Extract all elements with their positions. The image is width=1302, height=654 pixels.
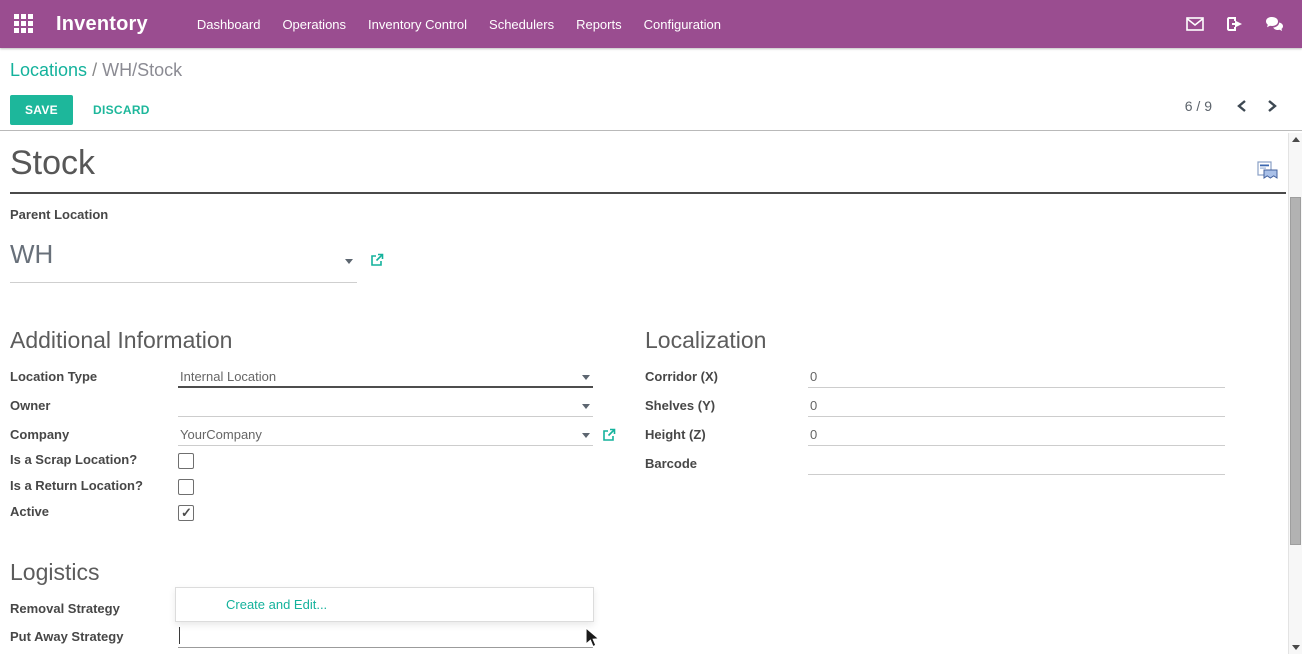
form-buttons: SAVE DISCARD bbox=[10, 95, 150, 125]
company-value: YourCompany bbox=[180, 427, 262, 442]
chevron-down-icon[interactable] bbox=[345, 259, 353, 264]
top-navbar: Inventory Dashboard Operations Inventory… bbox=[0, 0, 1302, 48]
menu-reports[interactable]: Reports bbox=[565, 2, 633, 47]
text-cursor bbox=[179, 627, 180, 644]
chevron-down-icon[interactable] bbox=[582, 433, 590, 438]
height-row: Height (Z) 0 bbox=[645, 423, 1225, 452]
localization-heading: Localization bbox=[645, 327, 766, 354]
parent-location-field[interactable]: WH bbox=[10, 239, 357, 283]
create-and-edit-option[interactable]: Create and Edit... bbox=[176, 588, 593, 621]
vertical-scrollbar[interactable] bbox=[1288, 133, 1302, 654]
corridor-input[interactable]: 0 bbox=[808, 365, 1225, 388]
scrap-location-label: Is a Scrap Location? bbox=[10, 452, 178, 467]
logistics-heading: Logistics bbox=[10, 559, 99, 586]
translate-icon[interactable] bbox=[1257, 150, 1278, 189]
pager-previous-icon[interactable] bbox=[1234, 98, 1250, 114]
scrollbar-thumb[interactable] bbox=[1290, 197, 1301, 545]
chevron-down-icon[interactable] bbox=[582, 404, 590, 409]
main-menu: Dashboard Operations Inventory Control S… bbox=[186, 2, 732, 47]
return-location-row: Is a Return Location? bbox=[10, 478, 593, 504]
apps-grid-icon[interactable] bbox=[14, 14, 34, 34]
record-pager: 6 / 9 bbox=[1185, 98, 1280, 114]
pager-next-icon[interactable] bbox=[1264, 98, 1280, 114]
height-value: 0 bbox=[810, 427, 817, 442]
owner-label: Owner bbox=[10, 394, 178, 413]
company-external-link-icon[interactable] bbox=[602, 428, 616, 445]
company-label: Company bbox=[10, 423, 178, 442]
menu-inventory-control[interactable]: Inventory Control bbox=[357, 2, 478, 47]
navbar-right-icons bbox=[1185, 16, 1288, 33]
app-title[interactable]: Inventory bbox=[56, 13, 148, 36]
putaway-strategy-input[interactable] bbox=[178, 625, 593, 648]
logout-icon[interactable] bbox=[1225, 16, 1244, 33]
parent-location-value: WH bbox=[10, 239, 53, 269]
additional-information-group: Location Type Internal Location Owner Co… bbox=[10, 365, 593, 530]
active-label: Active bbox=[10, 504, 178, 519]
company-row: Company YourCompany bbox=[10, 423, 593, 452]
location-type-row: Location Type Internal Location bbox=[10, 365, 593, 394]
location-type-label: Location Type bbox=[10, 365, 178, 384]
active-checkbox[interactable] bbox=[178, 505, 194, 521]
localization-group: Corridor (X) 0 Shelves (Y) 0 Height (Z) … bbox=[645, 365, 1225, 481]
breadcrumb-locations-link[interactable]: Locations bbox=[10, 60, 87, 80]
pager-value: 6 / 9 bbox=[1185, 98, 1212, 114]
return-location-checkbox[interactable] bbox=[178, 479, 194, 495]
messages-envelope-icon[interactable] bbox=[1185, 16, 1204, 33]
parent-location-label: Parent Location bbox=[10, 207, 108, 222]
page: Inventory Dashboard Operations Inventory… bbox=[0, 0, 1302, 654]
owner-row: Owner bbox=[10, 394, 593, 423]
additional-information-heading: Additional Information bbox=[10, 327, 232, 354]
chevron-down-icon[interactable] bbox=[582, 375, 590, 380]
removal-strategy-label: Removal Strategy bbox=[10, 597, 178, 616]
barcode-row: Barcode bbox=[645, 452, 1225, 481]
breadcrumb-current: WH/Stock bbox=[102, 60, 182, 80]
location-name-input[interactable]: Stock bbox=[10, 144, 1286, 194]
menu-operations[interactable]: Operations bbox=[271, 2, 357, 47]
form-sheet: Stock Parent Location WH Additional bbox=[0, 131, 1302, 654]
discuss-chat-icon[interactable] bbox=[1265, 16, 1284, 33]
location-name-value: Stock bbox=[10, 144, 95, 182]
active-row: Active bbox=[10, 504, 593, 530]
scrollbar-up-arrow-icon[interactable] bbox=[1292, 137, 1300, 142]
corridor-value: 0 bbox=[810, 369, 817, 384]
menu-dashboard[interactable]: Dashboard bbox=[186, 2, 272, 47]
corridor-row: Corridor (X) 0 bbox=[645, 365, 1225, 394]
shelves-row: Shelves (Y) 0 bbox=[645, 394, 1225, 423]
save-button[interactable]: SAVE bbox=[10, 95, 73, 125]
shelves-label: Shelves (Y) bbox=[645, 394, 808, 413]
barcode-label: Barcode bbox=[645, 452, 808, 471]
breadcrumb-separator: / bbox=[87, 60, 102, 80]
scrap-location-checkbox[interactable] bbox=[178, 453, 194, 469]
menu-schedulers[interactable]: Schedulers bbox=[478, 2, 565, 47]
scrollbar-down-arrow-icon[interactable] bbox=[1292, 645, 1300, 650]
scrap-location-row: Is a Scrap Location? bbox=[10, 452, 593, 478]
shelves-input[interactable]: 0 bbox=[808, 394, 1225, 417]
location-type-value: Internal Location bbox=[180, 369, 276, 384]
location-type-select[interactable]: Internal Location bbox=[178, 365, 593, 388]
parent-location-external-link-icon[interactable] bbox=[370, 253, 384, 272]
height-input[interactable]: 0 bbox=[808, 423, 1225, 446]
company-field[interactable]: YourCompany bbox=[178, 423, 593, 446]
putaway-strategy-row: Put Away Strategy bbox=[10, 625, 593, 654]
menu-configuration[interactable]: Configuration bbox=[633, 2, 732, 47]
breadcrumb: Locations/WH/Stock bbox=[10, 60, 182, 81]
discard-button[interactable]: DISCARD bbox=[93, 103, 150, 117]
putaway-strategy-label: Put Away Strategy bbox=[10, 625, 178, 644]
control-panel: Locations/WH/Stock SAVE DISCARD 6 / 9 bbox=[0, 48, 1302, 131]
return-location-label: Is a Return Location? bbox=[10, 478, 178, 493]
autocomplete-dropdown: Create and Edit... bbox=[175, 587, 594, 622]
corridor-label: Corridor (X) bbox=[645, 365, 808, 384]
owner-field[interactable] bbox=[178, 394, 593, 417]
barcode-input[interactable] bbox=[808, 452, 1225, 475]
shelves-value: 0 bbox=[810, 398, 817, 413]
height-label: Height (Z) bbox=[645, 423, 808, 442]
